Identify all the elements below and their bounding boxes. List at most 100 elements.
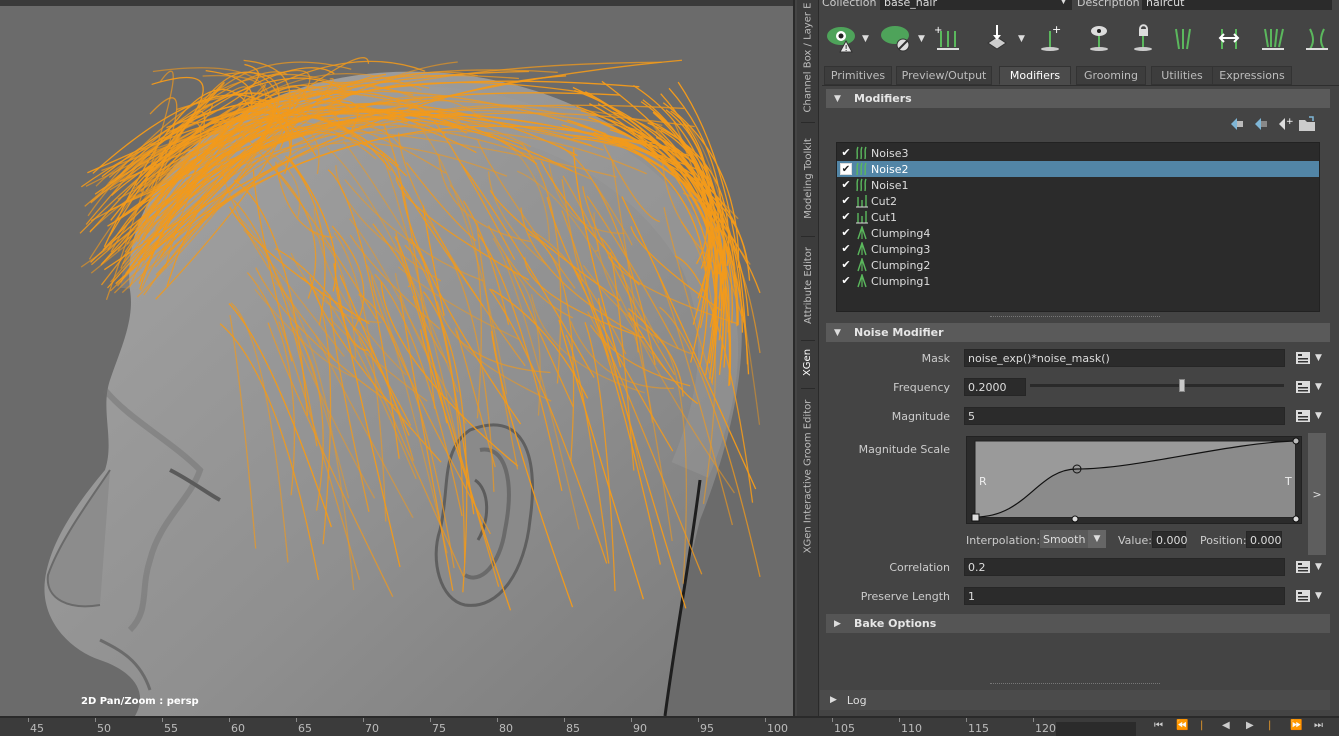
modifier-list-item[interactable]: ✔ Cut1 [837,209,1319,225]
side-tab-strip: Channel Box / Layer E Modeling Toolkit A… [797,0,819,716]
add-guides-icon[interactable]: + [932,21,966,55]
tab-preview-output[interactable]: Preview/Output [896,66,992,85]
log-splitter-handle[interactable] [990,683,1160,685]
frequency-options-arrow[interactable]: ▼ [1315,382,1325,392]
frequency-slider-handle[interactable] [1179,379,1186,392]
mask-label: Mask [921,352,950,365]
expression-editor-icon[interactable] [1296,561,1310,573]
frequency-slider-track[interactable] [1030,384,1284,387]
magnitude-scale-ramp[interactable]: R T [966,436,1302,524]
tab-modifiers[interactable]: Modifiers [999,66,1071,85]
modifier-list-item[interactable]: ✔ Clumping3 [837,241,1319,257]
ramp-position-field[interactable]: 0.000 [1246,531,1282,548]
preview-eye-icon[interactable]: ! [826,21,860,55]
viewport-persp[interactable]: 2D Pan/Zoom : persp [0,0,795,716]
mask-expression-field[interactable]: noise_exp()*noise_mask() [964,349,1285,367]
bake-options-section-header[interactable]: ▶ Bake Options [826,614,1330,633]
current-frame-field[interactable] [1056,722,1136,736]
enable-checkbox[interactable]: ✔ [840,195,852,207]
ramp-expand-button[interactable]: > [1308,433,1326,555]
preserve-length-label: Preserve Length [860,590,950,603]
enable-checkbox[interactable]: ✔ [840,163,852,175]
time-slider[interactable]: 45 50 55 60 65 70 75 80 85 90 95 100 105 110 115 120 ⏮ … [0,716,1339,736]
rebuild-guides-icon[interactable] [1300,21,1334,55]
side-tab-modeling-toolkit[interactable]: Modeling Toolkit [797,128,819,228]
ramp-handle-bottom-mid [1071,515,1079,523]
tab-grooming[interactable]: Grooming [1076,66,1146,85]
frequency-field[interactable]: 0.2000 [964,378,1026,396]
lock-guides-icon[interactable] [1126,21,1160,55]
expression-editor-icon[interactable] [1296,590,1310,602]
show-guides-icon[interactable] [1082,21,1116,55]
go-to-end-icon[interactable]: ⏭ [1314,720,1323,731]
tab-primitives[interactable]: Primitives [824,66,892,85]
modifier-list-item[interactable]: ✔ Cut2 [837,193,1319,209]
preserve-length-options-arrow[interactable]: ▼ [1315,591,1325,601]
tab-utilities[interactable]: Utilities [1151,66,1213,85]
side-tab-attribute-editor[interactable]: Attribute Editor [797,240,819,330]
collection-dropdown[interactable]: base_hair [880,0,1072,10]
play-forward-icon[interactable]: ▶ [1246,720,1254,731]
preview-dropdown-arrow[interactable]: ▼ [862,34,872,44]
select-guides-icon[interactable] [1166,21,1200,55]
correlation-field[interactable]: 0.2 [964,558,1285,576]
enable-checkbox[interactable]: ✔ [840,259,852,271]
import-folder-icon[interactable] [1298,115,1316,133]
expression-editor-icon[interactable] [1296,381,1310,393]
clear-dropdown-arrow[interactable]: ▼ [918,34,928,44]
add-guide-plus-icon[interactable]: + [1034,21,1068,55]
move-up-icon[interactable] [1228,115,1246,133]
ramp-value-field[interactable]: 0.000 [1152,531,1188,548]
step-back-key-icon[interactable]: ⏪ [1176,720,1188,731]
enable-checkbox[interactable]: ✔ [840,179,852,191]
noise-icon [856,178,867,192]
correlation-options-arrow[interactable]: ▼ [1315,562,1325,572]
side-tab-xgen[interactable]: XGen [797,344,819,380]
modifier-list-item[interactable]: ✔ Clumping4 [837,225,1319,241]
modifier-list-item[interactable]: ✔ Noise1 [837,177,1319,193]
flip-guides-icon[interactable] [1212,21,1246,55]
go-to-start-icon[interactable]: ⏮ [1154,720,1163,731]
place-guide-icon[interactable] [980,21,1014,55]
preserve-length-field[interactable]: 1 [964,587,1285,605]
enable-checkbox[interactable]: ✔ [840,227,852,239]
modifier-list[interactable]: ✔ Noise3 ✔ Noise2 ✔ Noise1 ✔ Cut2 ✔ Cut1 ✔ Clumping… [836,142,1320,312]
modifier-list-item[interactable]: ✔ Noise2 [837,161,1319,177]
enable-checkbox[interactable]: ✔ [840,243,852,255]
play-backward-icon[interactable]: ◀ [1222,720,1230,731]
magnitude-field[interactable]: 5 [964,407,1285,425]
list-splitter-handle[interactable] [990,316,1160,318]
side-tab-channel-box[interactable]: Channel Box / Layer E [797,0,819,115]
step-forward-frame-icon[interactable]: | [1268,720,1271,731]
place-dropdown-arrow[interactable]: ▼ [1018,34,1028,44]
magnitude-options-arrow[interactable]: ▼ [1315,411,1325,421]
collection-dropdown-arrow[interactable]: ▼ [1060,0,1067,6]
modifier-name: Cut2 [871,194,897,208]
timeline-tick-label: 45 [30,722,44,735]
modifier-list-item[interactable]: ✔ Noise3 [837,145,1319,161]
clump-icon [857,242,867,256]
timeline-tick-mark [363,718,364,722]
move-down-icon[interactable] [1252,115,1270,133]
modifier-list-item[interactable]: ✔ Clumping2 [837,257,1319,273]
enable-checkbox[interactable]: ✔ [840,275,852,287]
tab-expressions[interactable]: Expressions [1212,66,1292,85]
side-tab-xgen-interactive-groom[interactable]: XGen Interactive Groom Editor [797,392,819,560]
modifiers-section-header[interactable]: ▼ Modifiers [826,89,1330,108]
interpolation-select[interactable]: Smooth ▼ [1040,530,1106,548]
enable-checkbox[interactable]: ✔ [840,211,852,223]
description-dropdown[interactable]: haircut [1142,0,1332,10]
modifier-list-item[interactable]: ✔ Clumping1 [837,273,1319,289]
expression-editor-icon[interactable] [1296,352,1310,364]
expression-editor-icon[interactable] [1296,410,1310,422]
step-back-frame-icon[interactable]: | [1200,720,1203,731]
noise-modifier-section-header[interactable]: ▼ Noise Modifier [826,323,1330,342]
step-forward-key-icon[interactable]: ⏩ [1290,720,1302,731]
add-modifier-icon[interactable]: + [1276,115,1294,133]
mask-options-arrow[interactable]: ▼ [1315,353,1325,363]
timeline-tick-mark [966,718,967,722]
clear-preview-icon[interactable] [880,21,914,55]
normalize-guides-icon[interactable] [1256,21,1290,55]
enable-checkbox[interactable]: ✔ [840,147,852,159]
log-section-header[interactable]: ▶ Log [820,690,1330,710]
